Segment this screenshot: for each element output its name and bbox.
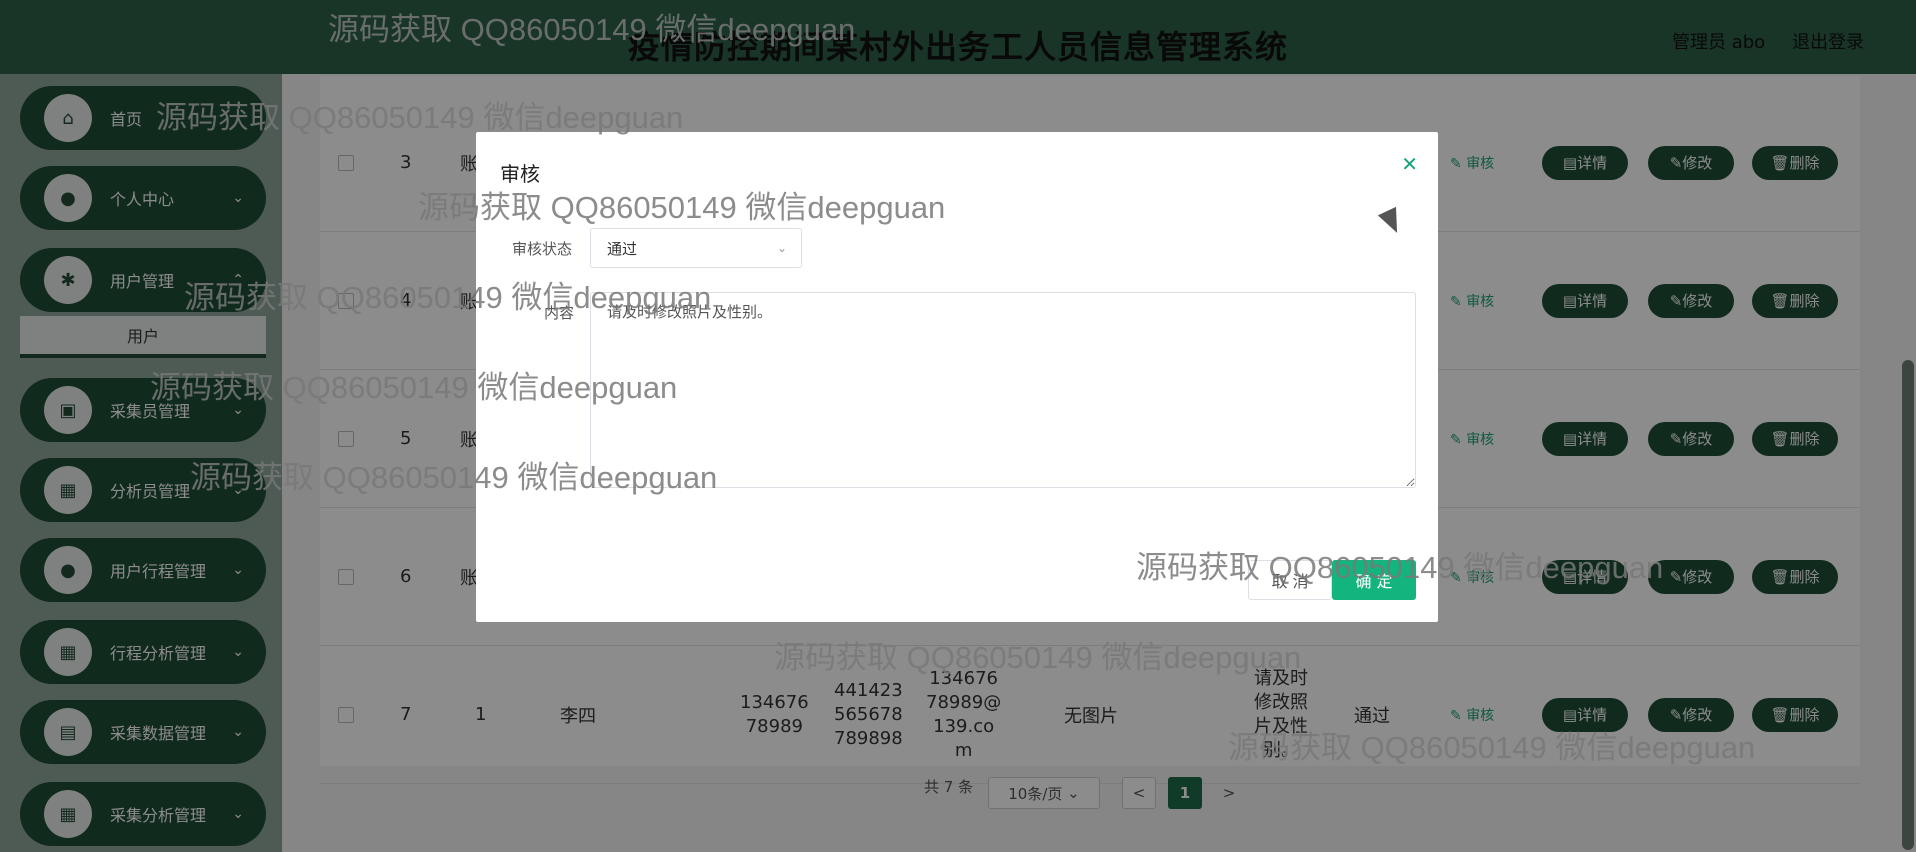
cancel-button[interactable]: 取 消 (1248, 560, 1332, 600)
confirm-button[interactable]: 确 定 (1332, 560, 1416, 600)
audit-modal: 审核 ✕ 审核状态 通过 ⌄ 内容 请及时修改照片及性别。 取 消 确 定 (476, 132, 1438, 622)
status-select-value: 通过 (607, 239, 638, 258)
close-icon[interactable]: ✕ (1401, 152, 1418, 176)
modal-title: 审核 (500, 162, 540, 186)
content-textarea[interactable]: 请及时修改照片及性别。 (590, 292, 1416, 488)
status-field-label: 审核状态 (512, 240, 573, 258)
status-select[interactable]: 通过 ⌄ (590, 228, 802, 268)
chevron-down-icon: ⌄ (776, 241, 787, 255)
content-field-label: 内容 (544, 304, 575, 322)
